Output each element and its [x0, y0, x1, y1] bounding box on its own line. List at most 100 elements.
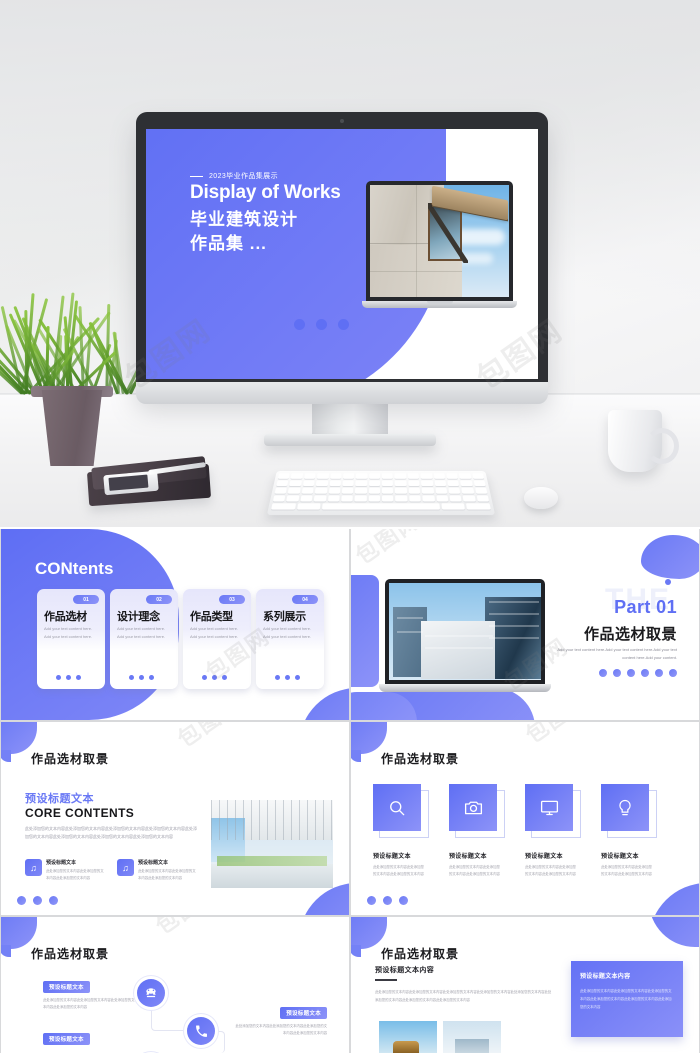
- watermark: 包图网: [148, 917, 225, 941]
- watermark: 包图网: [170, 722, 247, 754]
- feature-body: 此处添加您的文本内容此处添加您的文本内容此处添加您的文本内容: [138, 868, 199, 882]
- card-dots: [56, 675, 81, 680]
- tile-body: 此处添加您的文本内容此处添加您的文本内容此处添加您的文本内容: [373, 864, 425, 878]
- tile-body: 此处添加您的文本内容此处添加您的文本内容此处添加您的文本内容: [525, 864, 577, 878]
- card-heading: 预设标题文本内容: [580, 971, 674, 980]
- card-title: 作品选材: [44, 608, 87, 624]
- decor-blob-bottom-right: [649, 883, 699, 915]
- monitor-icon: [525, 784, 573, 831]
- core-subtitle-cn: 预设标题文本: [25, 790, 94, 806]
- section-body: 此处添加您的文本内容此处添加您的文本内容此处添加您的文本内容此处添加您的文本内容…: [375, 989, 553, 1005]
- slide-dots: [367, 896, 408, 905]
- purple-info-card[interactable]: 预设标题文本内容 此处添加您的文本内容此处添加您的文本内容此处添加您的文本内容此…: [571, 961, 683, 1037]
- card-body: Add your text content here. Add your text…: [263, 625, 319, 640]
- corridor-photo: [211, 800, 333, 888]
- music-note-icon: ♫: [117, 859, 134, 876]
- icon-tile[interactable]: 预设标题文本 此处添加您的文本内容此处添加您的文本内容此处添加您的文本内容: [373, 784, 429, 878]
- card-body: Add your text content here. Add your text…: [44, 625, 100, 640]
- kicker-dash-icon: [190, 176, 203, 177]
- webcam-icon: [340, 119, 344, 123]
- phone-handset-icon[interactable]: [187, 1017, 215, 1045]
- slide-thumbnail-grid: CONtents 01 作品选材 Add your text content h…: [0, 529, 700, 1053]
- tile-body: 此处添加您的文本内容此处添加您的文本内容此处添加您的文本内容: [601, 864, 653, 878]
- tile-body: 此处添加您的文本内容此处添加您的文本内容此处添加您的文本内容: [449, 864, 501, 878]
- tile-title: 预设标题文本: [601, 851, 657, 860]
- title-slide-heading-en: Display of Works: [190, 182, 341, 204]
- part-dots: [599, 669, 677, 677]
- core-feature-item[interactable]: ♫ 预设标题文本 此处添加您的文本内容此处添加您的文本内容此处添加您的文本内容: [117, 859, 199, 882]
- slide-core-contents[interactable]: 作品选材取景 预设标题文本 CORE CONTENTS 此处添加您的文本内容此处…: [1, 722, 349, 915]
- card-number-badge: 01: [73, 595, 99, 604]
- section-heading: 预设标题文本内容: [375, 965, 434, 975]
- card-body: Add your text content here. Add your text…: [117, 625, 173, 640]
- decor-blob-bottom-right: [299, 688, 349, 720]
- title-slide-dots: [294, 319, 349, 330]
- potted-plant-leaves: [6, 288, 138, 394]
- card-body: Add your text content here. Add your text…: [190, 625, 246, 640]
- part-label: Part 01: [614, 597, 677, 618]
- card-dots: [129, 675, 154, 680]
- coffee-mug: [608, 410, 662, 472]
- contents-card[interactable]: 04 系列展示 Add your text content here. Add y…: [256, 589, 324, 689]
- tile-title: 预设标题文本: [525, 851, 581, 860]
- contents-card[interactable]: 02 设计理念 Add your text content here. Add y…: [110, 589, 178, 689]
- icon-tile[interactable]: 预设标题文本 此处添加您的文本内容此处添加您的文本内容此处添加您的文本内容: [601, 784, 657, 878]
- tile-title: 预设标题文本: [449, 851, 505, 860]
- lightbulb-icon: [601, 784, 649, 831]
- monitor: 2023毕业作品集展示 Display of Works 毕业建筑设计 作品集 …: [136, 112, 548, 396]
- watermark: 包图网: [518, 722, 595, 750]
- architecture-photo: [370, 185, 509, 297]
- card-number-badge: 04: [292, 595, 318, 604]
- slide-title: 作品选材取景: [31, 750, 109, 767]
- decor-left-bar: [351, 575, 379, 687]
- card-number-badge: 03: [219, 595, 245, 604]
- slide-text-image[interactable]: 作品选材取景 预设标题文本内容 此处添加您的文本内容此处添加您的文本内容此处添加…: [351, 917, 699, 1053]
- slide-title: 作品选材取景: [381, 945, 459, 962]
- flow-tag: 预设标题文本: [43, 981, 90, 993]
- core-subtitle-en: CORE CONTENTS: [25, 806, 134, 820]
- slide-contents[interactable]: CONtents 01 作品选材 Add your text content h…: [1, 529, 349, 720]
- decor-blob-top-right: [641, 535, 699, 579]
- contents-card[interactable]: 01 作品选材 Add your text content here. Add y…: [37, 589, 105, 689]
- card-number-badge: 02: [146, 595, 172, 604]
- icon-tile[interactable]: 预设标题文本 此处添加您的文本内容此处添加您的文本内容此处添加您的文本内容: [449, 784, 505, 878]
- tile-title: 预设标题文本: [373, 851, 429, 860]
- icon-tile[interactable]: 预设标题文本 此处添加您的文本内容此处添加您的文本内容此处添加您的文本内容: [525, 784, 581, 878]
- contents-card-list: 01 作品选材 Add your text content here. Add y…: [37, 589, 324, 689]
- title-slide-kicker: 2023毕业作品集展示: [190, 171, 278, 181]
- monitor-stand-base: [264, 434, 436, 446]
- slide-part-01[interactable]: THE Part 01 作品选材取景 Add your text content…: [351, 529, 699, 720]
- music-note-icon: ♫: [25, 859, 42, 876]
- card-dots: [275, 675, 300, 680]
- card-title: 设计理念: [117, 608, 160, 624]
- part-title: 作品选材取景: [584, 623, 677, 644]
- core-feature-item[interactable]: ♫ 预设标题文本 此处添加您的文本内容此处添加您的文本内容此处添加您的文本内容: [25, 859, 107, 882]
- office-building-photo: [389, 583, 541, 680]
- slide-icon-tiles[interactable]: 作品选材取景 预设标题文本 此处添加您的文本内容此处添加您的文本内容此处添加您的…: [351, 722, 699, 915]
- card-body: 此处添加您的文本内容此处添加您的文本内容此处添加您的文本内容此处添加您的文本内容…: [580, 988, 674, 1011]
- flow-text: 此处添加您的文本内容此处添加您的文本内容此处添加您的文本内容此处添加您的文本内容: [43, 997, 137, 1012]
- feature-body: 此处添加您的文本内容此处添加您的文本内容此处添加您的文本内容: [46, 868, 107, 882]
- icon-tile-list: 预设标题文本 此处添加您的文本内容此处添加您的文本内容此处添加您的文本内容 预设…: [373, 784, 657, 878]
- slide-flow[interactable]: 作品选材取景 预设标题文本 此处添加您的文本内容此处添加您的文本内容此处添加您的…: [1, 917, 349, 1053]
- monitor-screen: 2023毕业作品集展示 Display of Works 毕业建筑设计 作品集 …: [146, 129, 538, 379]
- card-title: 系列展示: [263, 608, 306, 624]
- laptop-mockup: [362, 181, 517, 316]
- card-title: 作品类型: [190, 608, 233, 624]
- core-body: 此处添加您的文本内容此处添加您的文本内容此处添加您的文本内容此处添加您的文本内容…: [25, 825, 197, 842]
- photo-sky: [379, 1021, 437, 1053]
- photo-winter-city: [443, 1021, 501, 1053]
- feature-title: 预设标题文本: [46, 859, 107, 866]
- contents-card[interactable]: 03 作品类型 Add your text content here. Add y…: [183, 589, 251, 689]
- keyboard: [267, 471, 495, 515]
- monitor-chin: [136, 382, 548, 404]
- flow-text: 此处添加您的文本内容此处添加您的文本内容此处添加您的文本内容此处添加您的文本内容: [233, 1023, 327, 1038]
- part-body: Add your text content here.Add your text…: [553, 646, 677, 662]
- flow-tag: 预设标题文本: [43, 1033, 90, 1045]
- telephone-icon[interactable]: [137, 979, 165, 1007]
- presentation-preview-page: 2023毕业作品集展示 Display of Works 毕业建筑设计 作品集 …: [0, 0, 700, 1053]
- slide-dots: [17, 896, 58, 905]
- mouse: [524, 487, 558, 509]
- contents-title: CONtents: [35, 559, 113, 579]
- kicker-text: 2023毕业作品集展示: [209, 171, 278, 181]
